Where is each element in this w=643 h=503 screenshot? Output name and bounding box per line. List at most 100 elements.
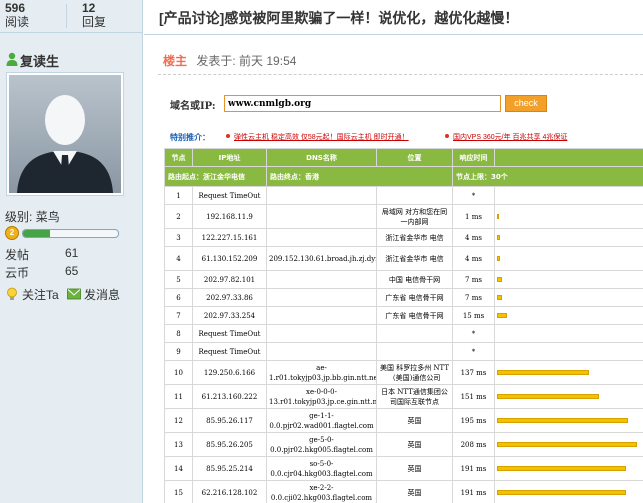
dns-cell <box>266 306 377 325</box>
ip-cell: 61.213.160.222 <box>192 384 267 409</box>
table-row: 2 192.168.11.9 局域网 对方和您在同一内部网 1 ms <box>164 204 643 229</box>
rank-badge-icon: 2 <box>5 226 19 240</box>
location-cell: 浙江省金华市 电信 <box>376 246 453 271</box>
response-bar-cell <box>494 432 643 457</box>
dns-cell: xe-2-2-0.0.cji02.hkg003.flagtel.com <box>266 480 377 503</box>
location-cell: 广东省 电信骨干网 <box>376 288 453 307</box>
coins-count: 65 <box>65 264 79 278</box>
ip-cell: 122.227.15.161 <box>192 228 267 247</box>
promo-row: 特别推介： 弹性云主机 稳定高效 仅58元起！国际云主机 即时开通！ 国内VPS… <box>170 130 640 146</box>
response-time-cell: 4 ms <box>452 246 495 271</box>
response-time-bar <box>497 256 500 261</box>
column-header-response-time: 响应时间 <box>452 148 495 167</box>
response-time-bar <box>497 418 628 423</box>
user-online-icon <box>6 52 18 66</box>
dns-cell: so-5-0-0.0.cjr04.hkg003.flagtel.com <box>266 456 377 481</box>
views-stat: 596 阅读 <box>5 1 29 30</box>
follow-label: 关注Ta <box>22 288 59 302</box>
node-cell: 1 <box>164 186 193 205</box>
location-cell: 美国 科罗拉多州 NTT（美国)通信公司 <box>376 360 453 385</box>
node-cell: 11 <box>164 384 193 409</box>
location-cell <box>376 324 453 343</box>
posts-count: 61 <box>65 246 79 260</box>
dns-cell <box>266 186 377 205</box>
table-row: 7 202.97.33.254 广东省 电信骨干网 15 ms <box>164 306 643 325</box>
response-bar-cell <box>494 384 643 409</box>
table-row: 8 Request TimeOut * <box>164 324 643 343</box>
response-time-bar <box>497 214 499 219</box>
posted-time-value: 前天 19:54 <box>239 54 297 68</box>
dns-cell: ge-1-1-0.0.pjr02.wad001.flagtel.com <box>266 408 377 433</box>
response-bar-cell <box>494 228 643 247</box>
table-row: 3 122.227.15.161 浙江省金华市 电信 4 ms <box>164 228 643 247</box>
node-cell: 6 <box>164 288 193 307</box>
send-message-button[interactable]: 发消息 <box>67 286 129 302</box>
stats-divider <box>66 4 67 28</box>
column-header-dns: DNS名称 <box>266 148 377 167</box>
node-cell: 3 <box>164 228 193 247</box>
author-name-link[interactable]: 复读生 <box>20 51 59 70</box>
message-icon <box>67 288 81 300</box>
ip-cell: 85.95.25.214 <box>192 456 267 481</box>
promo-bullet-icon <box>226 134 230 138</box>
response-bar-cell <box>494 342 643 361</box>
ip-cell: 62.216.128.102 <box>192 480 267 503</box>
message-label: 发消息 <box>84 288 121 302</box>
response-time-bar <box>497 394 599 399</box>
table-row: 11 61.213.160.222 xe-0-0-0-13.r01.tokyjp03… <box>164 384 643 409</box>
table-row: 15 62.216.128.102 xe-2-2-0.0.cji02.hkg003.… <box>164 480 643 503</box>
table-row: 6 202.97.33.86 广东省 电信骨干网 7 ms <box>164 288 643 307</box>
promo-link-cloud[interactable]: 弹性云主机 稳定高效 仅58元起！国际云主机 即时开通！ <box>234 132 409 142</box>
response-time-bar <box>497 295 502 300</box>
avatar[interactable] <box>6 72 124 196</box>
posted-prefix: 发表于: <box>196 54 236 68</box>
ip-cell: 85.95.26.117 <box>192 408 267 433</box>
table-row: 13 85.95.26.205 ge-5-0-0.0.pjr02.hkg005.fl… <box>164 432 643 457</box>
views-count: 596 <box>5 1 26 15</box>
post-meta: 楼主 发表于: 前天 19:54 <box>163 52 296 69</box>
location-cell: 英国 <box>376 432 453 457</box>
replies-label: 回复 <box>82 15 107 29</box>
dns-cell <box>266 324 377 343</box>
node-cell: 4 <box>164 246 193 271</box>
table-row: 4 61.130.152.209 209.152.130.61.broad.jh.z… <box>164 246 643 271</box>
ip-cell: 202.97.82.101 <box>192 270 267 289</box>
route-max-nodes: 节点上限：30个 <box>452 166 643 187</box>
posts-label: 发帖 <box>5 248 30 262</box>
location-cell: 英国 <box>376 456 453 481</box>
follow-button[interactable]: 关注Ta <box>5 286 63 302</box>
thread-stats: 596 阅读 12 回复 <box>0 0 143 33</box>
table-row: 14 85.95.25.214 so-5-0-0.0.cjr04.hkg003.fl… <box>164 456 643 481</box>
location-cell: 浙江省金华市 电信 <box>376 228 453 247</box>
response-time-bar <box>497 277 502 282</box>
response-bar-cell <box>494 246 643 271</box>
views-label: 阅读 <box>5 15 30 29</box>
table-row: 9 Request TimeOut * <box>164 342 643 361</box>
response-time-cell: 7 ms <box>452 270 495 289</box>
dns-cell <box>266 228 377 247</box>
promo-bullet-icon <box>445 134 449 138</box>
promo-link-vps[interactable]: 国内VPS 360元/年 百兆共享 4兆保证 <box>453 132 567 142</box>
location-cell: 广东省 电信骨干网 <box>376 306 453 325</box>
ip-cell: 129.250.6.166 <box>192 360 267 385</box>
dns-cell <box>266 204 377 229</box>
check-button[interactable]: check <box>505 95 547 112</box>
node-cell: 15 <box>164 480 193 503</box>
avatar-image <box>9 75 121 193</box>
response-bar-cell <box>494 270 643 289</box>
response-time-cell: 1 ms <box>452 204 495 229</box>
location-cell: 英国 <box>376 480 453 503</box>
domain-input[interactable] <box>224 95 501 112</box>
response-bar-cell <box>494 480 643 503</box>
dns-cell: ge-5-0-0.0.pjr02.hkg005.flagtel.com <box>266 432 377 457</box>
response-bar-cell <box>494 204 643 229</box>
author-sidebar: 596 阅读 12 回复 复读生 级别: 菜鸟 2 发帖 61 云币 65 关注… <box>0 0 143 503</box>
response-time-cell: 195 ms <box>452 408 495 433</box>
title-divider <box>144 34 643 35</box>
replies-count: 12 <box>82 1 96 15</box>
response-time-bar <box>497 442 637 447</box>
node-cell: 10 <box>164 360 193 385</box>
ip-cell: Request TimeOut <box>192 186 267 205</box>
column-header-bar <box>494 148 643 167</box>
rank-progress-bar <box>22 229 119 238</box>
